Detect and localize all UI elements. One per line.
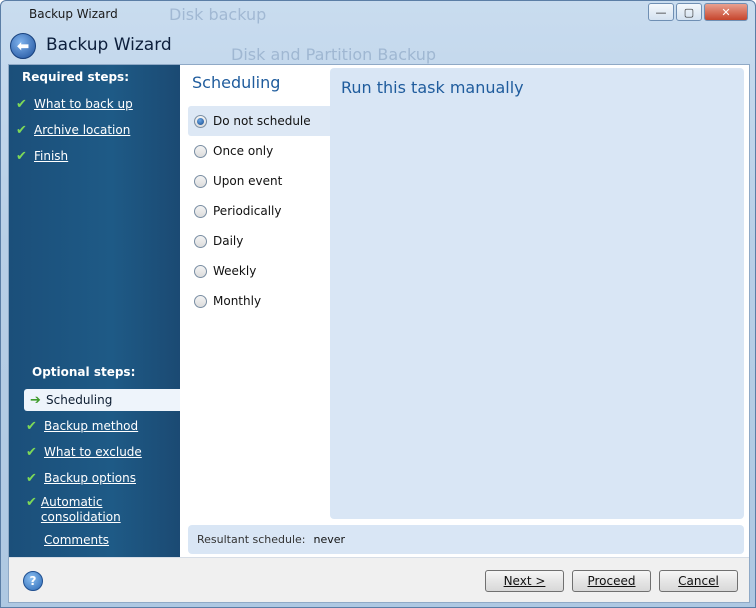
wizard-footer: ? Next > Proceed Cancel <box>9 557 749 602</box>
help-icon: ? <box>29 574 37 588</box>
radio-icon[interactable] <box>194 144 207 158</box>
resultant-schedule-bar: Resultant schedule: never <box>188 525 744 554</box>
sidebar-item-label: Automatic consolidation <box>40 495 121 524</box>
wizard-client-area: Required steps: ✔ What to back up ✔ Arch… <box>8 64 750 603</box>
close-button[interactable]: ✕ <box>704 3 748 21</box>
window-title: Backup Wizard <box>29 7 118 21</box>
radio-icon[interactable] <box>194 204 207 218</box>
background-window-title: Disk backup <box>169 5 267 24</box>
sidebar-item-label: Comments <box>44 533 110 547</box>
option-do-not-schedule[interactable]: Do not schedule <box>188 106 331 136</box>
radio-icon[interactable] <box>194 174 207 188</box>
sidebar-item-label: What to back up <box>34 97 133 111</box>
required-steps-heading: Required steps: <box>22 70 129 84</box>
arrow-right-icon: ➔ <box>30 392 41 408</box>
resultant-schedule-value: never <box>313 533 346 546</box>
sidebar-item-backup-method[interactable]: ✔ Backup method <box>26 419 138 434</box>
back-arrow-icon: ⬅ <box>16 37 30 55</box>
option-weekly[interactable]: Weekly <box>188 256 331 286</box>
minimize-button[interactable]: — <box>648 3 674 21</box>
option-label: Do not schedule <box>213 114 311 128</box>
minimize-icon: — <box>655 5 667 19</box>
backup-wizard-window: Disk backup Disk and Partition Backup Ba… <box>0 0 756 608</box>
sidebar-item-comments[interactable]: Comments <box>44 533 109 548</box>
background-window-subtitle: Disk and Partition Backup <box>231 45 437 64</box>
option-once-only[interactable]: Once only <box>188 136 331 166</box>
radio-icon[interactable] <box>194 234 207 248</box>
check-icon: ✔ <box>26 471 37 486</box>
proceed-button-label: Proceed <box>587 574 636 588</box>
maximize-icon: ▢ <box>683 5 695 19</box>
check-icon: ✔ <box>26 445 37 460</box>
sidebar-item-scheduling[interactable]: ➔ Scheduling <box>24 389 180 411</box>
close-icon: ✕ <box>721 5 731 19</box>
sidebar-item-label: Scheduling <box>46 392 113 407</box>
scheduling-title: Scheduling <box>192 73 281 92</box>
option-label: Monthly <box>213 294 262 308</box>
sidebar-item-label: Backup options <box>44 471 136 485</box>
next-button[interactable]: Next > <box>485 570 564 592</box>
radio-icon[interactable] <box>194 294 207 308</box>
sidebar-item-finish[interactable]: ✔ Finish <box>16 149 68 164</box>
help-button[interactable]: ? <box>23 571 43 591</box>
option-label: Daily <box>213 234 244 248</box>
sidebar-item-archive-location[interactable]: ✔ Archive location <box>16 123 130 138</box>
sidebar-item-label: Backup method <box>44 419 139 433</box>
check-icon: ✔ <box>16 97 27 112</box>
resultant-schedule-label: Resultant schedule: <box>197 533 306 546</box>
radio-selected-icon[interactable] <box>194 114 207 128</box>
steps-sidebar: Required steps: ✔ What to back up ✔ Arch… <box>9 65 180 557</box>
sidebar-item-what-to-exclude[interactable]: ✔ What to exclude <box>26 445 142 460</box>
check-icon: ✔ <box>16 123 27 138</box>
option-daily[interactable]: Daily <box>188 226 331 256</box>
optional-steps-heading: Optional steps: <box>32 365 136 379</box>
schedule-options: Do not schedule Once only Upon event Per… <box>188 106 331 316</box>
option-monthly[interactable]: Monthly <box>188 286 331 316</box>
wizard-title: Backup Wizard <box>46 35 172 55</box>
option-label: Periodically <box>213 204 282 218</box>
check-icon: ✔ <box>26 495 37 510</box>
cancel-button[interactable]: Cancel <box>659 570 738 592</box>
maximize-button[interactable]: ▢ <box>676 3 702 21</box>
cancel-button-label: Cancel <box>678 574 719 588</box>
schedule-details-panel: Run this task manually <box>330 68 744 519</box>
sidebar-item-label: Archive location <box>34 123 131 137</box>
check-icon: ✔ <box>26 419 37 434</box>
option-label: Upon event <box>213 174 283 188</box>
back-button[interactable]: ⬅ <box>10 33 36 59</box>
check-icon: ✔ <box>16 149 27 164</box>
sidebar-item-what-to-back-up[interactable]: ✔ What to back up <box>16 97 133 112</box>
option-upon-event[interactable]: Upon event <box>188 166 331 196</box>
proceed-button[interactable]: Proceed <box>572 570 651 592</box>
sidebar-item-automatic-consolidation[interactable]: ✔ Automatic consolidation <box>26 495 136 525</box>
radio-icon[interactable] <box>194 264 207 278</box>
sidebar-item-label: What to exclude <box>44 445 142 459</box>
sidebar-item-backup-options[interactable]: ✔ Backup options <box>26 471 136 486</box>
sidebar-item-label: Finish <box>34 149 69 163</box>
option-label: Once only <box>213 144 274 158</box>
next-button-label: Next > <box>503 574 546 588</box>
option-periodically[interactable]: Periodically <box>188 196 331 226</box>
option-label: Weekly <box>213 264 257 278</box>
panel-title: Run this task manually <box>341 78 524 97</box>
